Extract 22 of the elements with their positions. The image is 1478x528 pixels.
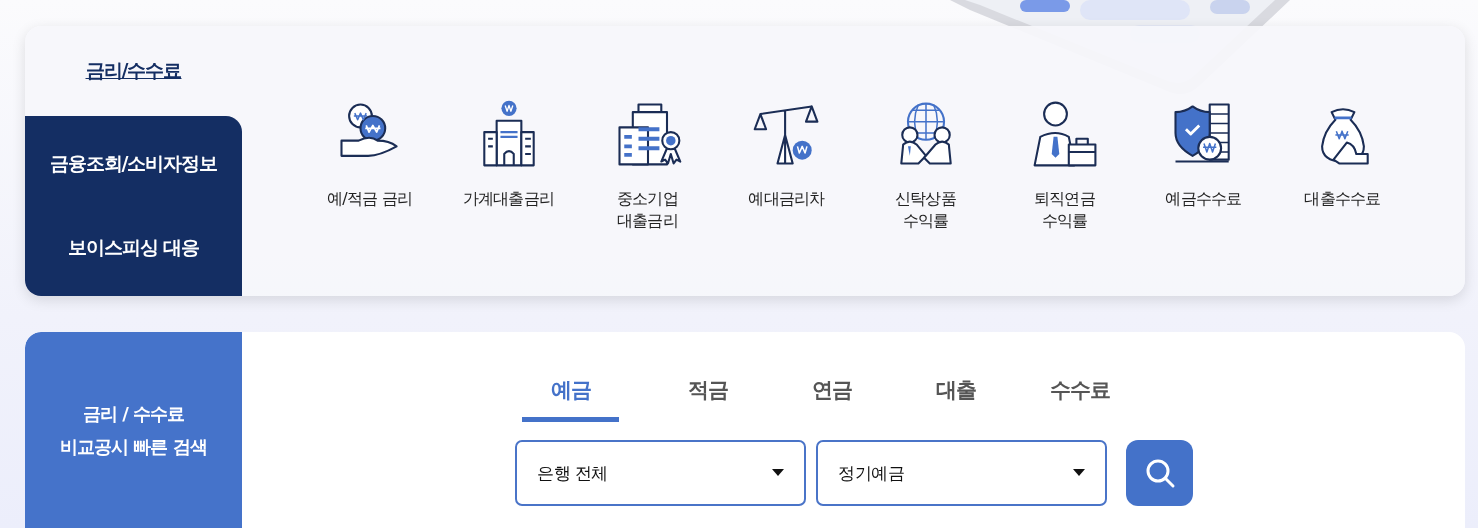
caret-icon — [1073, 469, 1085, 477]
shortcut-label[interactable]: 예금수수료 — [1165, 188, 1242, 210]
tab[interactable]: 연금 — [770, 376, 894, 422]
shortcut-label[interactable]: 가계대출금리 — [462, 188, 555, 210]
tab[interactable]: 적금 — [646, 376, 770, 422]
shortcut-label[interactable]: 예대금리차 — [748, 188, 825, 210]
menu-item[interactable]: 금융조회/소비자정보 — [49, 151, 218, 177]
menu-item[interactable]: 금리/수수료 — [85, 58, 182, 84]
shortcut-label[interactable]: 예/적금 금리 — [327, 188, 412, 210]
menu-item[interactable]: 보이스피싱 대응 — [67, 235, 200, 261]
shortcut-label[interactable]: 신탁상품 수익률 — [895, 188, 956, 232]
shortcut-label[interactable]: 퇴직연금 수익률 — [1034, 188, 1095, 232]
tab[interactable]: 대출 — [894, 376, 1018, 422]
search-button[interactable] — [1126, 440, 1193, 506]
dropdown[interactable]: 은행 전체 — [515, 440, 806, 506]
caret-icon — [772, 469, 784, 477]
tab[interactable]: 예금 — [522, 376, 619, 422]
dropdown[interactable]: 정기예금 — [816, 440, 1107, 506]
shortcut-label[interactable]: 대출수수료 — [1304, 188, 1381, 210]
panel-title: 금리 / 수수료 비교공시 빠른 검색 — [60, 402, 207, 459]
tab[interactable]: 수수료 — [1018, 376, 1142, 422]
shortcut-label[interactable]: 중소기업 대출금리 — [617, 188, 678, 232]
